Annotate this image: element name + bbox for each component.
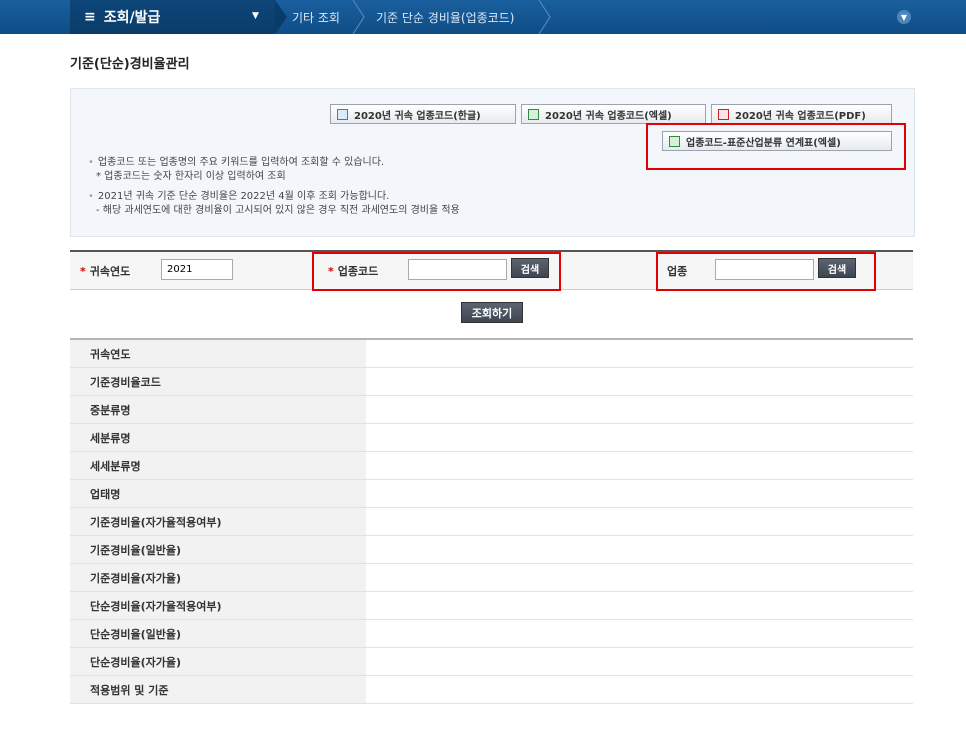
row-label: 적용범위 및 기준 (70, 676, 366, 703)
row-value (366, 620, 913, 647)
row-value (366, 480, 913, 507)
notes: • 업종코드 또는 업종명의 주요 키워드를 입력하여 조회할 수 있습니다. *… (88, 156, 460, 218)
row-label: 세분류명 (70, 424, 366, 451)
row-value (366, 368, 913, 395)
excel-file-icon (528, 108, 539, 120)
table-row: 기준경비율(일반율) (70, 536, 913, 564)
table-row: 단순경비율(자가율) (70, 648, 913, 676)
breadcrumb-separator-icon (352, 0, 366, 35)
row-value (366, 340, 913, 367)
row-value (366, 452, 913, 479)
row-label: 중분류명 (70, 396, 366, 423)
breadcrumb-item-other[interactable]: 기타 조회 (292, 0, 340, 34)
result-table: 귀속연도 기준경비율코드 중분류명 세분류명 세세분류명 업태명 기준경비율(자가율적용여부… (70, 338, 913, 704)
row-label: 기준경비율(자가율) (70, 564, 366, 591)
table-row: 중분류명 (70, 396, 913, 424)
main-menu-button[interactable]: ≡ 조회/발급 ▼ (70, 0, 275, 34)
download-xls-label: 2020년 귀속 업종코드(엑셀) (545, 110, 672, 122)
breadcrumb-label: 기준 단순 경비율(업종코드) (376, 10, 515, 25)
table-row: 적용범위 및 기준 (70, 676, 913, 704)
row-label: 귀속연도 (70, 340, 366, 367)
table-row: 귀속연도 (70, 340, 913, 368)
row-value (366, 536, 913, 563)
download-pdf-label: 2020년 귀속 업종코드(PDF) (735, 110, 866, 122)
hamburger-icon: ≡ (84, 9, 96, 25)
row-value (366, 592, 913, 619)
row-label: 단순경비율(일반율) (70, 620, 366, 647)
chevron-down-icon[interactable]: ▼ (897, 10, 911, 24)
download-xls-button[interactable]: 2020년 귀속 업종코드(엑셀) (521, 104, 706, 124)
note-line: • 2021년 귀속 기준 단순 경비율은 2022년 4월 이후 조회 가능합니… (88, 191, 390, 202)
row-label: 단순경비율(자가율적용여부) (70, 592, 366, 619)
caret-down-icon: ▼ (252, 11, 259, 21)
pdf-file-icon (718, 108, 729, 120)
download-hwp-button[interactable]: 2020년 귀속 업종코드(한글) (330, 104, 516, 124)
row-label: 기준경비율(자가율적용여부) (70, 508, 366, 535)
table-row: 단순경비율(자가율적용여부) (70, 592, 913, 620)
breadcrumb-item-current[interactable]: 기준 단순 경비율(업종코드) (376, 0, 514, 34)
table-row: 단순경비율(일반율) (70, 620, 913, 648)
main-menu-title: 조회/발급 (103, 10, 161, 26)
row-value (366, 564, 913, 591)
table-row: 세분류명 (70, 424, 913, 452)
highlight-box (656, 252, 876, 291)
row-value (366, 424, 913, 451)
row-label: 단순경비율(자가율) (70, 648, 366, 675)
row-value (366, 676, 913, 703)
row-value (366, 648, 913, 675)
row-label: 기준경비율코드 (70, 368, 366, 395)
row-label: 기준경비율(일반율) (70, 536, 366, 563)
year-input[interactable] (161, 259, 233, 280)
row-label: 업태명 (70, 480, 366, 507)
breadcrumb-separator-icon (275, 0, 289, 34)
top-navigation-bar: ≡ 조회/발급 ▼ 기타 조회 기준 단순 경비율(업종코드) ▼ (0, 0, 966, 35)
breadcrumb-separator-icon (538, 0, 552, 35)
note-line: • 업종코드 또는 업종명의 주요 키워드를 입력하여 조회할 수 있습니다. (88, 157, 385, 168)
year-label: * 귀속연도 (80, 265, 131, 278)
table-row: 세세분류명 (70, 452, 913, 480)
table-row: 기준경비율코드 (70, 368, 913, 396)
hwp-file-icon (337, 108, 348, 120)
row-value (366, 396, 913, 423)
required-mark: * (80, 265, 86, 278)
table-row: 기준경비율(자가율적용여부) (70, 508, 913, 536)
table-row: 기준경비율(자가율) (70, 564, 913, 592)
row-value (366, 508, 913, 535)
download-pdf-button[interactable]: 2020년 귀속 업종코드(PDF) (711, 104, 892, 124)
note-line: - 해당 과세연도에 대한 경비율이 고시되어 있지 않은 경우 직전 과세연도… (96, 205, 460, 216)
page-title: 기준(단순)경비율관리 (70, 57, 190, 72)
highlight-box (646, 123, 906, 170)
note-line: * 업종코드는 숫자 한자리 이상 입력하여 조회 (96, 171, 286, 182)
row-label: 세세분류명 (70, 452, 366, 479)
download-hwp-label: 2020년 귀속 업종코드(한글) (354, 110, 481, 122)
query-button[interactable]: 조회하기 (461, 302, 523, 323)
table-row: 업태명 (70, 480, 913, 508)
highlight-box (312, 252, 561, 291)
breadcrumb-label: 기타 조회 (292, 10, 340, 25)
